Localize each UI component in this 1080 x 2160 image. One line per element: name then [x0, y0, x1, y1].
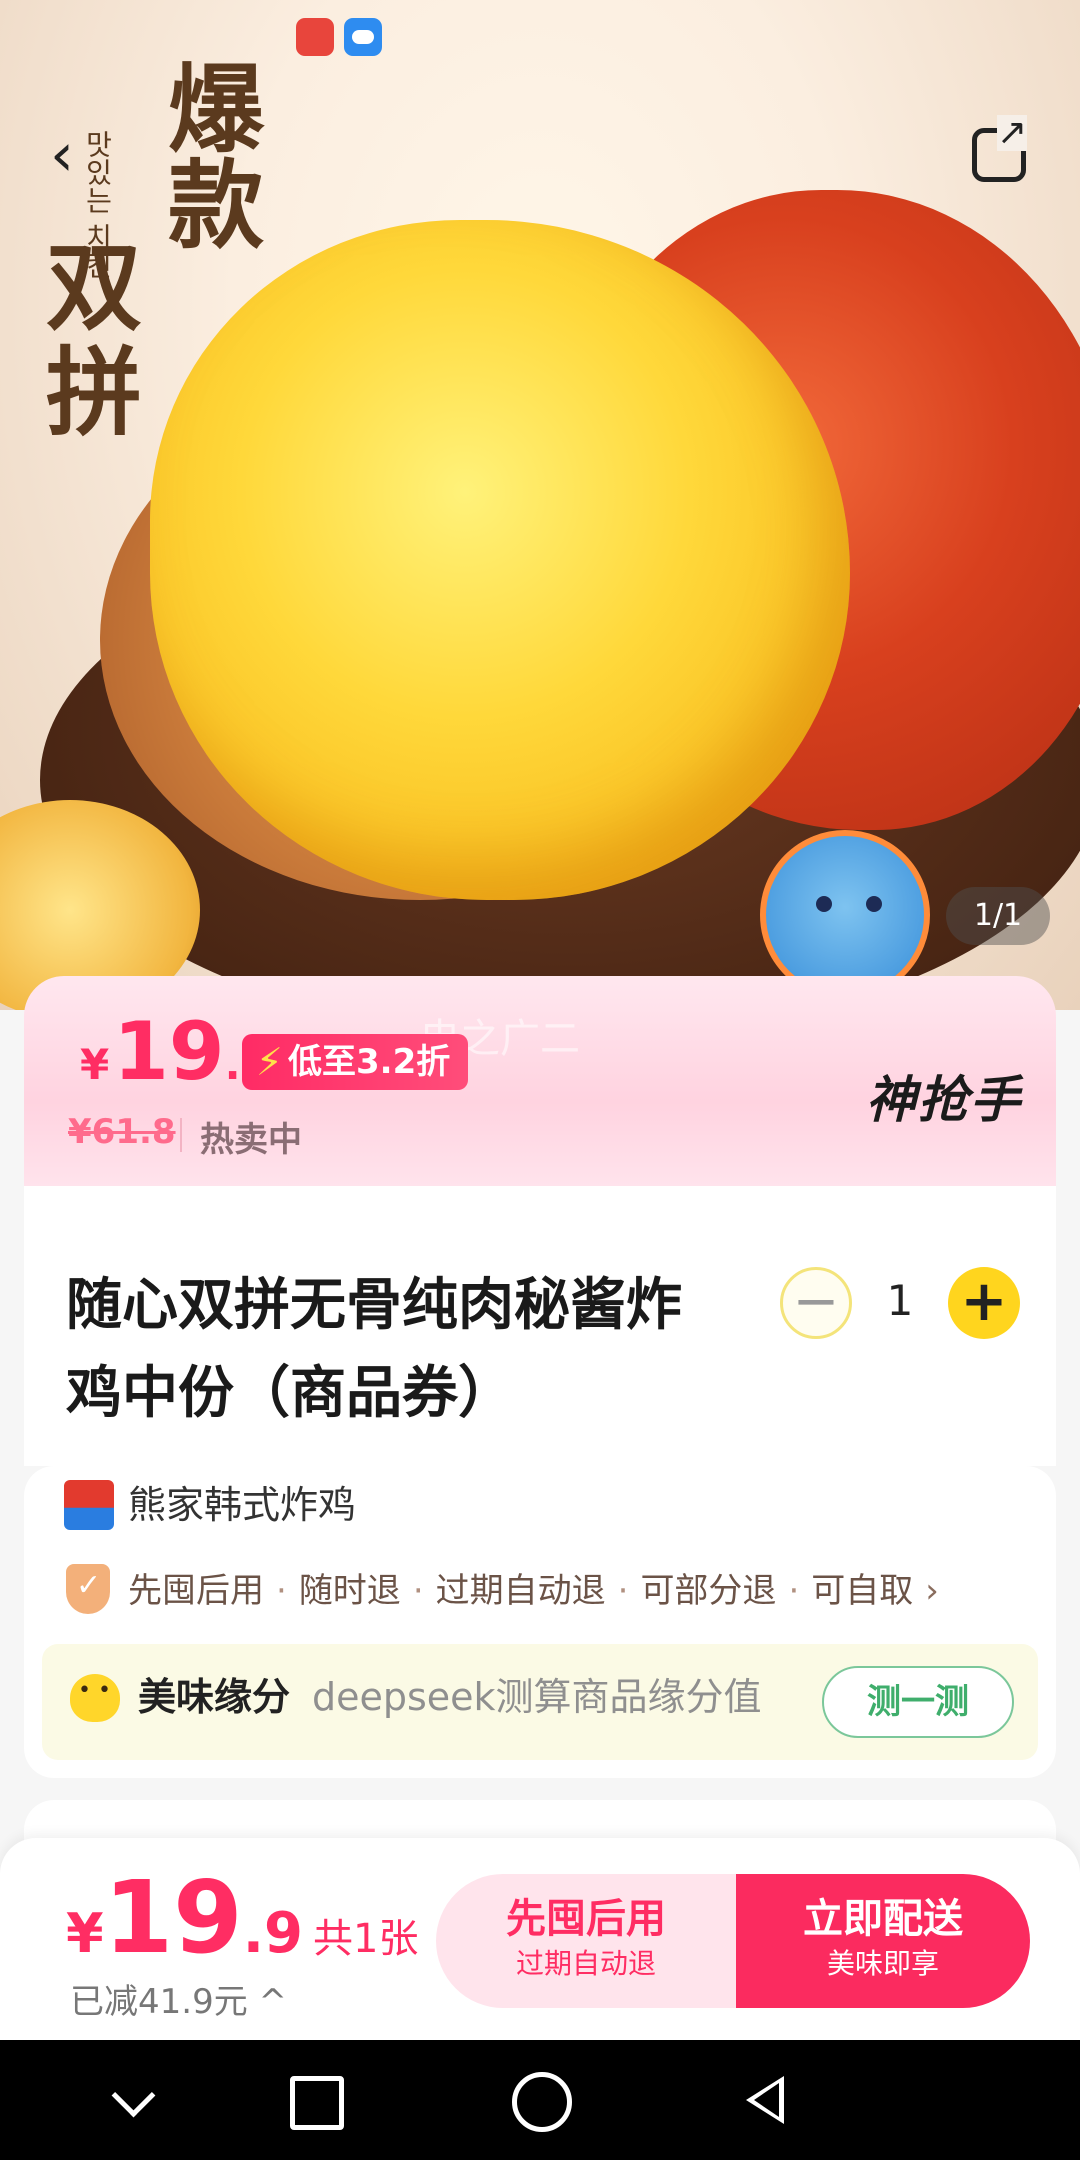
deliver-now-title: 立即配送 — [803, 1896, 963, 1942]
status-bar-icons — [296, 18, 382, 56]
price-integer: 19 — [113, 1005, 225, 1098]
fate-description: deepseek测算商品缘分值 — [312, 1675, 762, 1719]
promo-title-line1: 爆款 — [168, 53, 264, 262]
guarantee-item: 过期自动退 — [435, 1571, 606, 1611]
price-integer: 19 — [103, 1859, 243, 1976]
image-pager-indicator: 1/1 — [946, 887, 1050, 945]
share-button[interactable] — [972, 115, 1027, 182]
store-name[interactable]: 熊家韩式炸鸡 — [128, 1480, 356, 1530]
guarantee-item: 可部分退 — [640, 1571, 777, 1611]
product-detail-page: 爆款 双拼 맛있는 치킨 ‹ 1/1 电之广二 ¥ 19 .9 ⚡ 低至3.2折… — [0, 0, 1080, 2160]
service-guarantees[interactable]: 先囤后用 · 随时退 · 过期自动退 · 可部分退 · 可自取 › — [128, 1566, 939, 1616]
shield-check-icon — [66, 1564, 110, 1614]
lightning-icon: ⚡ — [256, 1040, 283, 1084]
stock-up-title: 先囤后用 — [506, 1896, 666, 1942]
back-button[interactable]: ‹ — [50, 120, 110, 190]
divider — [180, 1118, 182, 1152]
separator: · — [276, 1571, 287, 1611]
guarantee-item: 先囤后用 — [128, 1571, 264, 1611]
brand-logo: 神抢手 — [866, 1071, 1022, 1129]
stock-up-button[interactable]: 先囤后用 过期自动退 — [436, 1874, 736, 2008]
fate-title: 美味缘分 — [138, 1675, 291, 1719]
total-price: ¥ 19 .9 共1张 — [66, 1868, 418, 1968]
price-decimal: .9 — [242, 1901, 303, 1966]
back-arrow-icon: ‹ — [50, 120, 74, 190]
guarantee-item: 可自取 — [811, 1571, 914, 1611]
weather-app-icon — [344, 18, 382, 56]
quantity-decrease-button[interactable]: − — [780, 1267, 852, 1339]
separator: · — [617, 1571, 629, 1611]
chevron-right-icon: › — [925, 1571, 939, 1611]
separator: · — [788, 1571, 800, 1611]
discount-badge: ⚡ 低至3.2折 — [242, 1034, 469, 1090]
currency-symbol: ¥ — [66, 1902, 104, 1965]
separator: · — [412, 1571, 424, 1611]
recent-apps-icon[interactable] — [284, 2070, 344, 2130]
deliver-now-subtitle: 美味即享 — [826, 1947, 939, 1980]
quantity-value: 1 — [886, 1276, 914, 1325]
currency-symbol: ¥ — [80, 1040, 110, 1089]
selling-status: 热卖中 — [200, 1120, 302, 1160]
guarantee-item: 随时退 — [298, 1571, 401, 1611]
saved-amount-toggle[interactable]: 已减41.9元 ^ — [70, 1974, 287, 2023]
original-price: ¥61.8 — [68, 1112, 176, 1152]
system-navigation-bar — [0, 2040, 1080, 2160]
store-logo[interactable] — [64, 1480, 114, 1530]
product-hero-image[interactable]: 爆款 双拼 맛있는 치킨 ‹ 1/1 — [0, 0, 1080, 1010]
quantity-increase-button[interactable]: + — [948, 1267, 1020, 1339]
discount-text: 低至3.2折 — [288, 1042, 451, 1082]
nav-down-icon[interactable] — [104, 2070, 164, 2130]
product-title: 随心双拼无骨纯肉秘酱炸鸡中份（商品券） — [66, 1273, 682, 1426]
deliver-now-button[interactable]: 立即配送 美味即享 — [736, 1874, 1030, 2008]
bear-mascot-illustration — [760, 830, 930, 1000]
stock-up-subtitle: 过期自动退 — [515, 1947, 656, 1980]
heart-face-icon — [70, 1674, 120, 1722]
home-icon[interactable] — [510, 2070, 572, 2132]
voucher-count: 共1张 — [313, 1916, 419, 1962]
back-triangle-icon[interactable] — [736, 2070, 796, 2130]
fate-test-button[interactable]: 测一测 — [822, 1666, 1014, 1738]
huawei-app-icon — [296, 18, 334, 56]
